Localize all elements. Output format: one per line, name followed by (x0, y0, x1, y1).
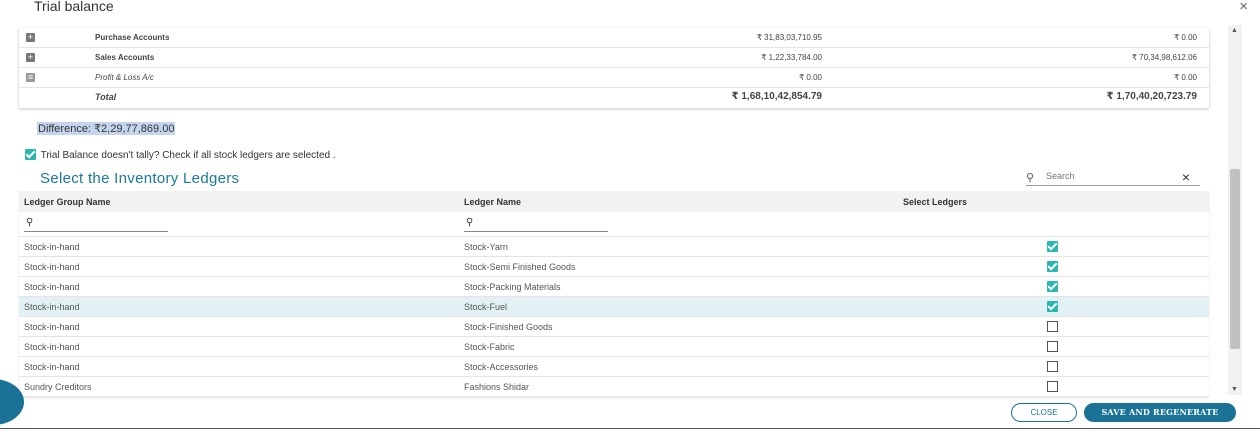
debit-amount: ₹ 31,83,03,710.95 (756, 33, 822, 42)
table-row[interactable]: Sundry Creditors Fashions Shidar (19, 377, 1209, 397)
ledger-group: Stock-in-hand (24, 282, 80, 292)
search-input[interactable] (1046, 171, 1176, 181)
select-ledger-checkbox[interactable] (1047, 321, 1058, 332)
ledger-name: Fashions Shidar (464, 382, 530, 392)
ledger-name: Stock-Semi Finished Goods (464, 262, 576, 272)
ledger-group: Stock-in-hand (24, 322, 80, 332)
ledger-name: Stock-Yarn (464, 242, 508, 252)
table-row: + Purchase Accounts ₹ 31,83,03,710.95 ₹ … (19, 28, 1209, 48)
select-ledger-checkbox[interactable] (1047, 361, 1058, 372)
table-row[interactable]: Stock-in-hand Stock-Accessories (19, 357, 1209, 377)
table-row[interactable]: Stock-in-hand Stock-Semi Finished Goods (19, 257, 1209, 277)
total-row: Total ₹ 1,68,10,42,854.79 ₹ 1,70,40,20,7… (19, 88, 1209, 108)
ledger-group: Stock-in-hand (24, 262, 80, 272)
select-ledger-checkbox[interactable] (1047, 341, 1058, 352)
select-ledger-checkbox[interactable] (1047, 301, 1058, 312)
scroll-down-icon[interactable]: ▼ (1231, 386, 1238, 393)
ledger-group: Stock-in-hand (24, 342, 80, 352)
total-credit: ₹ 1,70,40,20,723.79 (1106, 91, 1197, 102)
document-icon: ≡ (26, 72, 35, 82)
inventory-ledger-table: Ledger Group Name Ledger Name Select Led… (19, 191, 1209, 397)
difference-text: Difference: ₹2,29,77,869.00 (37, 122, 176, 135)
expand-icon[interactable]: + (26, 53, 35, 62)
table-row[interactable]: Stock-in-hand Stock-Fabric (19, 337, 1209, 357)
table-row[interactable]: Stock-in-hand Stock-Packing Materials (19, 277, 1209, 297)
total-label: Total (95, 92, 117, 102)
ledger-group: Stock-in-hand (24, 362, 80, 372)
save-and-regenerate-button[interactable]: SAVE AND REGENERATE (1084, 403, 1236, 422)
vertical-scrollbar[interactable]: ▲ ▼ (1228, 25, 1242, 395)
inventory-title: Select the Inventory Ledgers (40, 170, 240, 187)
table-row: + Sales Accounts ₹ 1,22,33,784.00 ₹ 70,3… (19, 48, 1209, 68)
ledger-search: ⚲ × (1026, 169, 1200, 186)
account-name: Profit & Loss A/c (95, 73, 154, 82)
expand-icon[interactable]: + (26, 33, 35, 42)
search-icon: ⚲ (26, 217, 34, 228)
trial-balance-table: + Purchase Accounts ₹ 31,83,03,710.95 ₹ … (19, 28, 1209, 108)
search-icon: ⚲ (1026, 172, 1035, 184)
ledger-filter-input[interactable]: ⚲ (464, 216, 608, 232)
clear-search-icon[interactable]: × (1182, 169, 1190, 185)
table-header: Ledger Group Name Ledger Name Select Led… (19, 191, 1209, 212)
credit-amount: ₹ 70,34,98,612.06 (1131, 53, 1197, 62)
modal-close-icon[interactable]: × (1239, 0, 1248, 14)
table-row: ≡ Profit & Loss A/c ₹ 0.00 ₹ 0.00 (19, 68, 1209, 88)
scrollbar-thumb[interactable] (1230, 169, 1240, 349)
ledger-group: Stock-in-hand (24, 242, 80, 252)
ledger-name: Stock-Finished Goods (464, 322, 553, 332)
select-ledger-checkbox[interactable] (1047, 261, 1058, 272)
table-row-highlighted[interactable]: Stock-in-hand Stock-Fuel (19, 297, 1209, 317)
tally-checkbox[interactable] (25, 148, 36, 160)
ledger-group: Sundry Creditors (24, 382, 92, 392)
select-ledger-checkbox[interactable] (1047, 381, 1058, 392)
modal-title: Trial balance (34, 0, 114, 14)
ledger-name: Stock-Accessories (464, 362, 539, 372)
table-row[interactable]: Stock-in-hand Stock-Yarn (19, 237, 1209, 257)
filter-row: ⚲ ⚲ (19, 212, 1209, 237)
select-ledger-checkbox[interactable] (1047, 241, 1058, 252)
column-header-ledger[interactable]: Ledger Name (464, 197, 521, 207)
debit-amount: ₹ 0.00 (799, 73, 822, 82)
account-name: Purchase Accounts (95, 33, 170, 42)
account-name: Sales Accounts (95, 53, 155, 62)
group-filter-input[interactable]: ⚲ (24, 216, 168, 232)
select-ledger-checkbox[interactable] (1047, 281, 1058, 292)
tally-notice: Trial Balance doesn't tally? Check if al… (25, 148, 336, 161)
debit-amount: ₹ 1,22,33,784.00 (761, 53, 822, 62)
ledger-name: Stock-Fabric (464, 342, 515, 352)
total-debit: ₹ 1,68,10,42,854.79 (731, 91, 822, 102)
credit-amount: ₹ 0.00 (1174, 73, 1197, 82)
column-header-select: Select Ledgers (903, 197, 968, 207)
ledger-name: Stock-Fuel (464, 302, 508, 312)
search-icon: ⚲ (466, 217, 474, 228)
table-row[interactable]: Stock-in-hand Stock-Finished Goods (19, 317, 1209, 337)
bottom-divider (0, 428, 1260, 429)
credit-amount: ₹ 0.00 (1174, 33, 1197, 42)
ledger-name: Stock-Packing Materials (464, 282, 561, 292)
scroll-up-icon[interactable]: ▲ (1231, 27, 1238, 34)
tally-notice-text: Trial Balance doesn't tally? Check if al… (40, 150, 336, 161)
ledger-group: Stock-in-hand (24, 302, 80, 312)
column-header-group[interactable]: Ledger Group Name (24, 197, 111, 207)
close-button[interactable]: CLOSE (1011, 403, 1077, 422)
